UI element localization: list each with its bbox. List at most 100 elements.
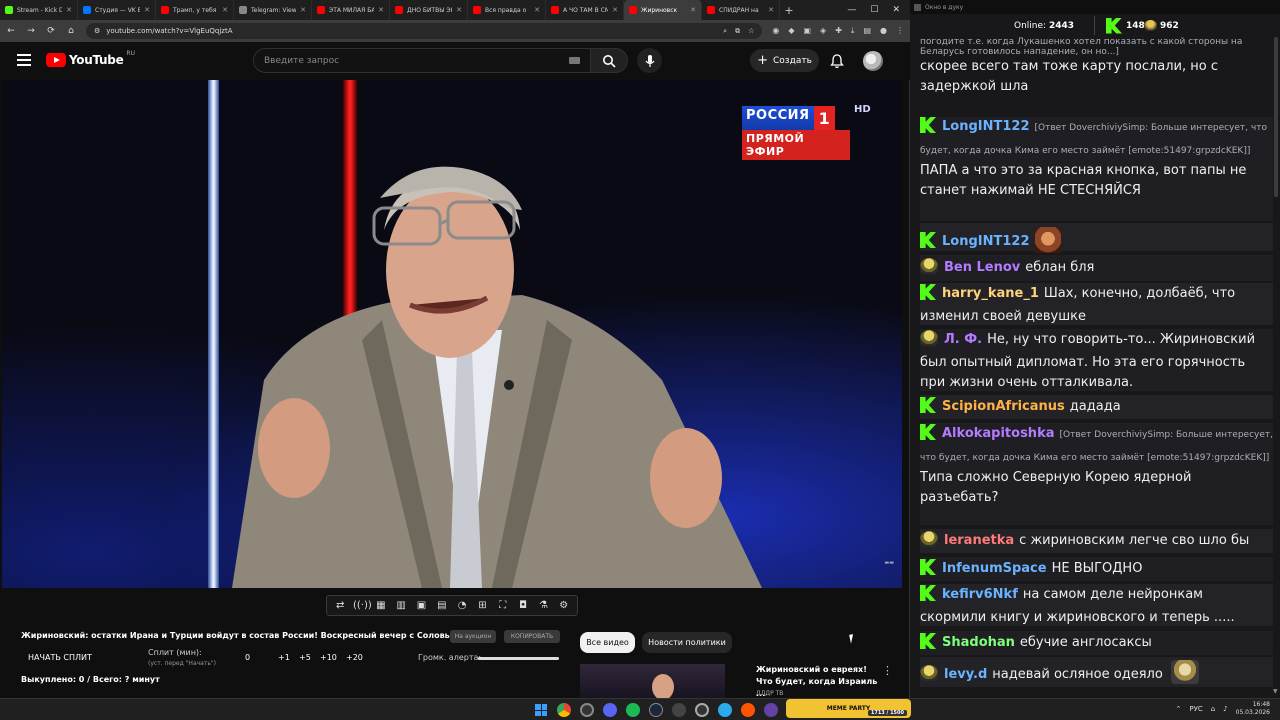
split-plus-20-button[interactable]: +20 (346, 653, 363, 662)
menu-icon[interactable] (17, 54, 31, 66)
tray-expand-icon[interactable]: ⌃ (1175, 705, 1181, 713)
tab-close-icon[interactable]: ✕ (690, 6, 696, 14)
reload-icon[interactable]: ⟳ (46, 26, 56, 36)
extension-icon[interactable]: ◉ (772, 26, 779, 36)
address-bar[interactable]: ⚙ youtube.com/watch?v=VlgEuQqjztA ⌕ ⧉ ☆ (86, 23, 763, 39)
volume-icon[interactable]: ♪ (1223, 705, 1227, 713)
username[interactable]: LongINT122 (942, 234, 1030, 249)
taskbar-app-icon[interactable] (764, 703, 778, 717)
network-icon[interactable]: ⌂ (1211, 705, 1215, 713)
profile-icon[interactable]: ● (880, 26, 887, 36)
youtube-logo[interactable]: YouTube RU (46, 50, 135, 67)
spotify-icon[interactable] (626, 703, 640, 717)
screenshot-icon[interactable]: ⧉ (735, 27, 740, 36)
steam-icon[interactable] (649, 703, 663, 717)
browser-tab[interactable]: А ЧО ТАМ В СМ ✕ (546, 0, 624, 20)
captions-icon[interactable]: ▤ (434, 600, 449, 611)
keyboard-icon[interactable] (569, 57, 580, 64)
copy-button[interactable]: КОПИРОВАТЬ (504, 630, 560, 643)
tab-close-icon[interactable]: ✕ (456, 6, 462, 14)
language-indicator[interactable]: РУС (1189, 705, 1202, 713)
browser-tab[interactable]: ДНО БИТВЫ ЭК ✕ (390, 0, 468, 20)
windows-start-icon[interactable] (535, 704, 547, 716)
browser-tab[interactable]: СПИДРАН на ✕ (702, 0, 780, 20)
username[interactable]: InfenumSpace (942, 561, 1047, 576)
telegram-icon[interactable] (718, 703, 732, 717)
discord-icon[interactable] (603, 703, 617, 717)
tab-close-icon[interactable]: ✕ (66, 6, 72, 14)
playlist-add-icon[interactable]: ⊞ (475, 600, 490, 611)
username[interactable]: Alkokapitoshka (942, 426, 1054, 441)
clock[interactable]: 16:48 05.03.2026 (1236, 701, 1270, 717)
camera-icon[interactable]: ◘ (516, 600, 531, 611)
speed-icon[interactable]: ◔ (455, 600, 470, 611)
tab-close-icon[interactable]: ✕ (300, 6, 306, 14)
username[interactable]: leranetka (944, 533, 1014, 548)
audio-icon[interactable]: ((·)) (353, 600, 372, 611)
forward-icon[interactable]: → (26, 26, 36, 36)
browser-tab[interactable]: Студия — VK Б ✕ (78, 0, 156, 20)
tab-close-icon[interactable]: ✕ (612, 6, 618, 14)
browser-tab[interactable]: Жириновск ✕ (624, 0, 702, 20)
close-icon[interactable]: ✕ (892, 5, 900, 15)
zoom-icon[interactable]: ⌕ (723, 27, 727, 36)
browser-tab[interactable]: ЭТА МИЛАЯ БА ✕ (312, 0, 390, 20)
voice-search-button[interactable] (637, 48, 662, 73)
split-view-icon[interactable]: ▤ (863, 26, 871, 36)
taskbar-app-icon[interactable] (741, 703, 755, 717)
scroll-down-icon[interactable]: ▼ (1273, 688, 1278, 695)
tab-close-icon[interactable]: ✕ (534, 6, 540, 14)
gear-icon[interactable]: ⚙ (556, 600, 571, 611)
username[interactable]: levy.d (944, 667, 987, 682)
new-tab-button[interactable]: + (780, 4, 798, 17)
bookmark-icon[interactable]: ☆ (748, 27, 754, 36)
maximize-icon[interactable]: ☐ (870, 5, 878, 15)
search-input[interactable]: Введите запрос (253, 48, 591, 73)
split-plus-1-button[interactable]: +1 (278, 653, 290, 662)
market-button[interactable]: На аукцион (450, 630, 496, 643)
split-plus-5-button[interactable]: +5 (299, 653, 311, 662)
obs-icon[interactable] (695, 703, 709, 717)
tab-close-icon[interactable]: ✕ (768, 6, 774, 14)
menu-icon[interactable]: ⋮ (896, 26, 904, 36)
lab-icon[interactable]: ⚗ (536, 600, 551, 611)
browser-tab[interactable]: Вся правда о ✕ (468, 0, 546, 20)
film-icon[interactable]: ▥ (394, 600, 409, 611)
chrome-icon[interactable] (557, 703, 571, 717)
browser-tab[interactable]: Трамп, у тебя ✕ (156, 0, 234, 20)
minimize-icon[interactable]: — (847, 5, 856, 15)
extension-icon[interactable]: ◈ (820, 26, 826, 36)
chat-scrollbar[interactable]: ▼ (1273, 37, 1278, 695)
username[interactable]: Л. Ф. (944, 332, 982, 347)
alert-volume-slider[interactable] (478, 657, 559, 660)
fullscreen-icon[interactable]: ⛶ (495, 600, 510, 611)
username[interactable]: LongINT122 (942, 119, 1030, 134)
taskbar-app-icon[interactable] (580, 703, 594, 717)
notifications-button[interactable] (830, 54, 844, 73)
chip-all-videos[interactable]: Все видео (580, 632, 635, 653)
back-icon[interactable]: ← (6, 26, 16, 36)
username[interactable]: harry_kane_1 (942, 286, 1039, 301)
extension-icon[interactable]: ▣ (803, 26, 811, 36)
recommended-video-thumbnail[interactable] (580, 664, 725, 698)
download-icon[interactable]: ⤓ (851, 26, 855, 36)
puzzle-icon[interactable]: ✚ (835, 26, 842, 36)
username[interactable]: Ben Lenov (944, 260, 1020, 275)
username[interactable]: ScipionAfricanus (942, 399, 1065, 414)
username[interactable]: kefirv6Nkf (942, 587, 1018, 602)
video-player[interactable]: РОССИЯ 1 HD ПРЯМОЙ ЭФИР ▬▬ (2, 80, 902, 588)
more-options-icon[interactable]: ⋮ (882, 664, 893, 677)
scrollbar-thumb[interactable] (1274, 37, 1278, 197)
extension-icon[interactable]: ◆ (788, 26, 794, 36)
site-info-icon[interactable]: ⚙ (94, 27, 100, 35)
start-split-button[interactable]: НАЧАТЬ СПЛИТ (28, 653, 92, 662)
search-button[interactable] (590, 48, 628, 73)
browser-tab[interactable]: Telegram: View ✕ (234, 0, 312, 20)
pip-icon[interactable]: ▣ (414, 600, 429, 611)
cinema-icon[interactable]: ▦ (373, 600, 388, 611)
taskbar-app-icon[interactable] (672, 703, 686, 717)
tab-close-icon[interactable]: ✕ (222, 6, 228, 14)
browser-tab[interactable]: Stream - Kick D ✕ (0, 0, 78, 20)
tab-close-icon[interactable]: ✕ (378, 6, 384, 14)
avatar[interactable] (863, 51, 883, 71)
